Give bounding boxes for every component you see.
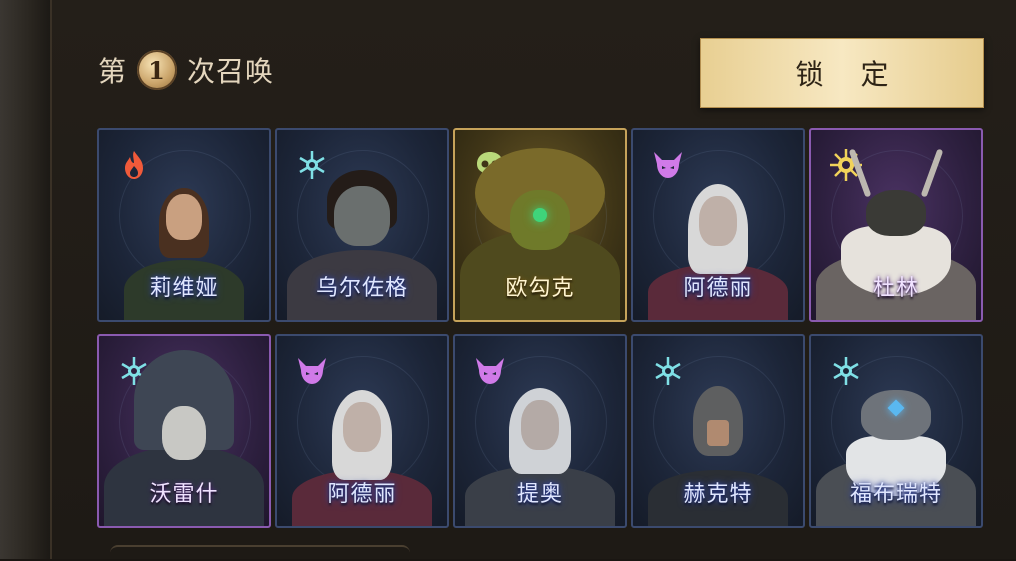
hero-name: 福布瑞特: [849, 482, 942, 507]
hero-portrait-face: [707, 420, 729, 446]
flame-icon: [125, 151, 143, 179]
hero-card[interactable]: 提奥: [453, 334, 627, 528]
hero-card[interactable]: 杜林: [809, 128, 983, 322]
hero-portrait-gem: [533, 208, 547, 222]
title-suffix: 次召唤: [187, 55, 275, 88]
hero-name: 杜林: [872, 276, 919, 301]
summon-round-title: 第 1 次召唤: [98, 48, 274, 92]
hero-name: 阿德丽: [327, 482, 397, 507]
hero-portrait-head: [334, 186, 390, 246]
hero-card[interactable]: 莉维娅: [97, 128, 271, 322]
hero-card[interactable]: 欧勾克: [453, 128, 627, 322]
hero-portrait-helmet: [866, 190, 926, 236]
frost-snowflake-icon: [833, 357, 859, 385]
demon-horned-icon: [654, 152, 682, 178]
background-left-edge: [0, 0, 50, 559]
title-prefix: 第: [98, 55, 128, 88]
hero-name: 提奥: [516, 482, 563, 507]
hero-card[interactable]: 阿德丽: [275, 334, 449, 528]
hero-card[interactable]: 沃雷什: [97, 334, 271, 528]
frost-snowflake-icon: [655, 357, 681, 385]
hero-card[interactable]: 阿德丽: [631, 128, 805, 322]
lock-button[interactable]: 锁 定: [700, 38, 984, 108]
hero-portrait-head: [343, 402, 381, 452]
frost-snowflake-icon: [299, 151, 325, 179]
hero-name: 沃雷什: [149, 482, 219, 507]
summon-round-number-badge: 1: [137, 50, 178, 90]
demon-horned-icon: [298, 358, 326, 384]
hero-name: 莉维娅: [149, 276, 219, 301]
hero-portrait-head: [521, 400, 559, 450]
hero-card[interactable]: 乌尔佐格: [275, 128, 449, 322]
demon-horned-icon: [476, 358, 504, 384]
hero-portrait-head: [166, 194, 202, 240]
hero-card[interactable]: 福布瑞特: [809, 334, 983, 528]
hero-portrait-head: [162, 406, 206, 460]
hero-portrait-head: [699, 196, 737, 246]
hero-name: 阿德丽: [683, 276, 753, 301]
hero-portrait-horn: [920, 148, 944, 198]
hero-name: 欧勾克: [505, 276, 575, 301]
hero-card[interactable]: 赫克特: [631, 334, 805, 528]
hero-name: 乌尔佐格: [315, 276, 408, 301]
hero-name: 赫克特: [683, 482, 753, 507]
